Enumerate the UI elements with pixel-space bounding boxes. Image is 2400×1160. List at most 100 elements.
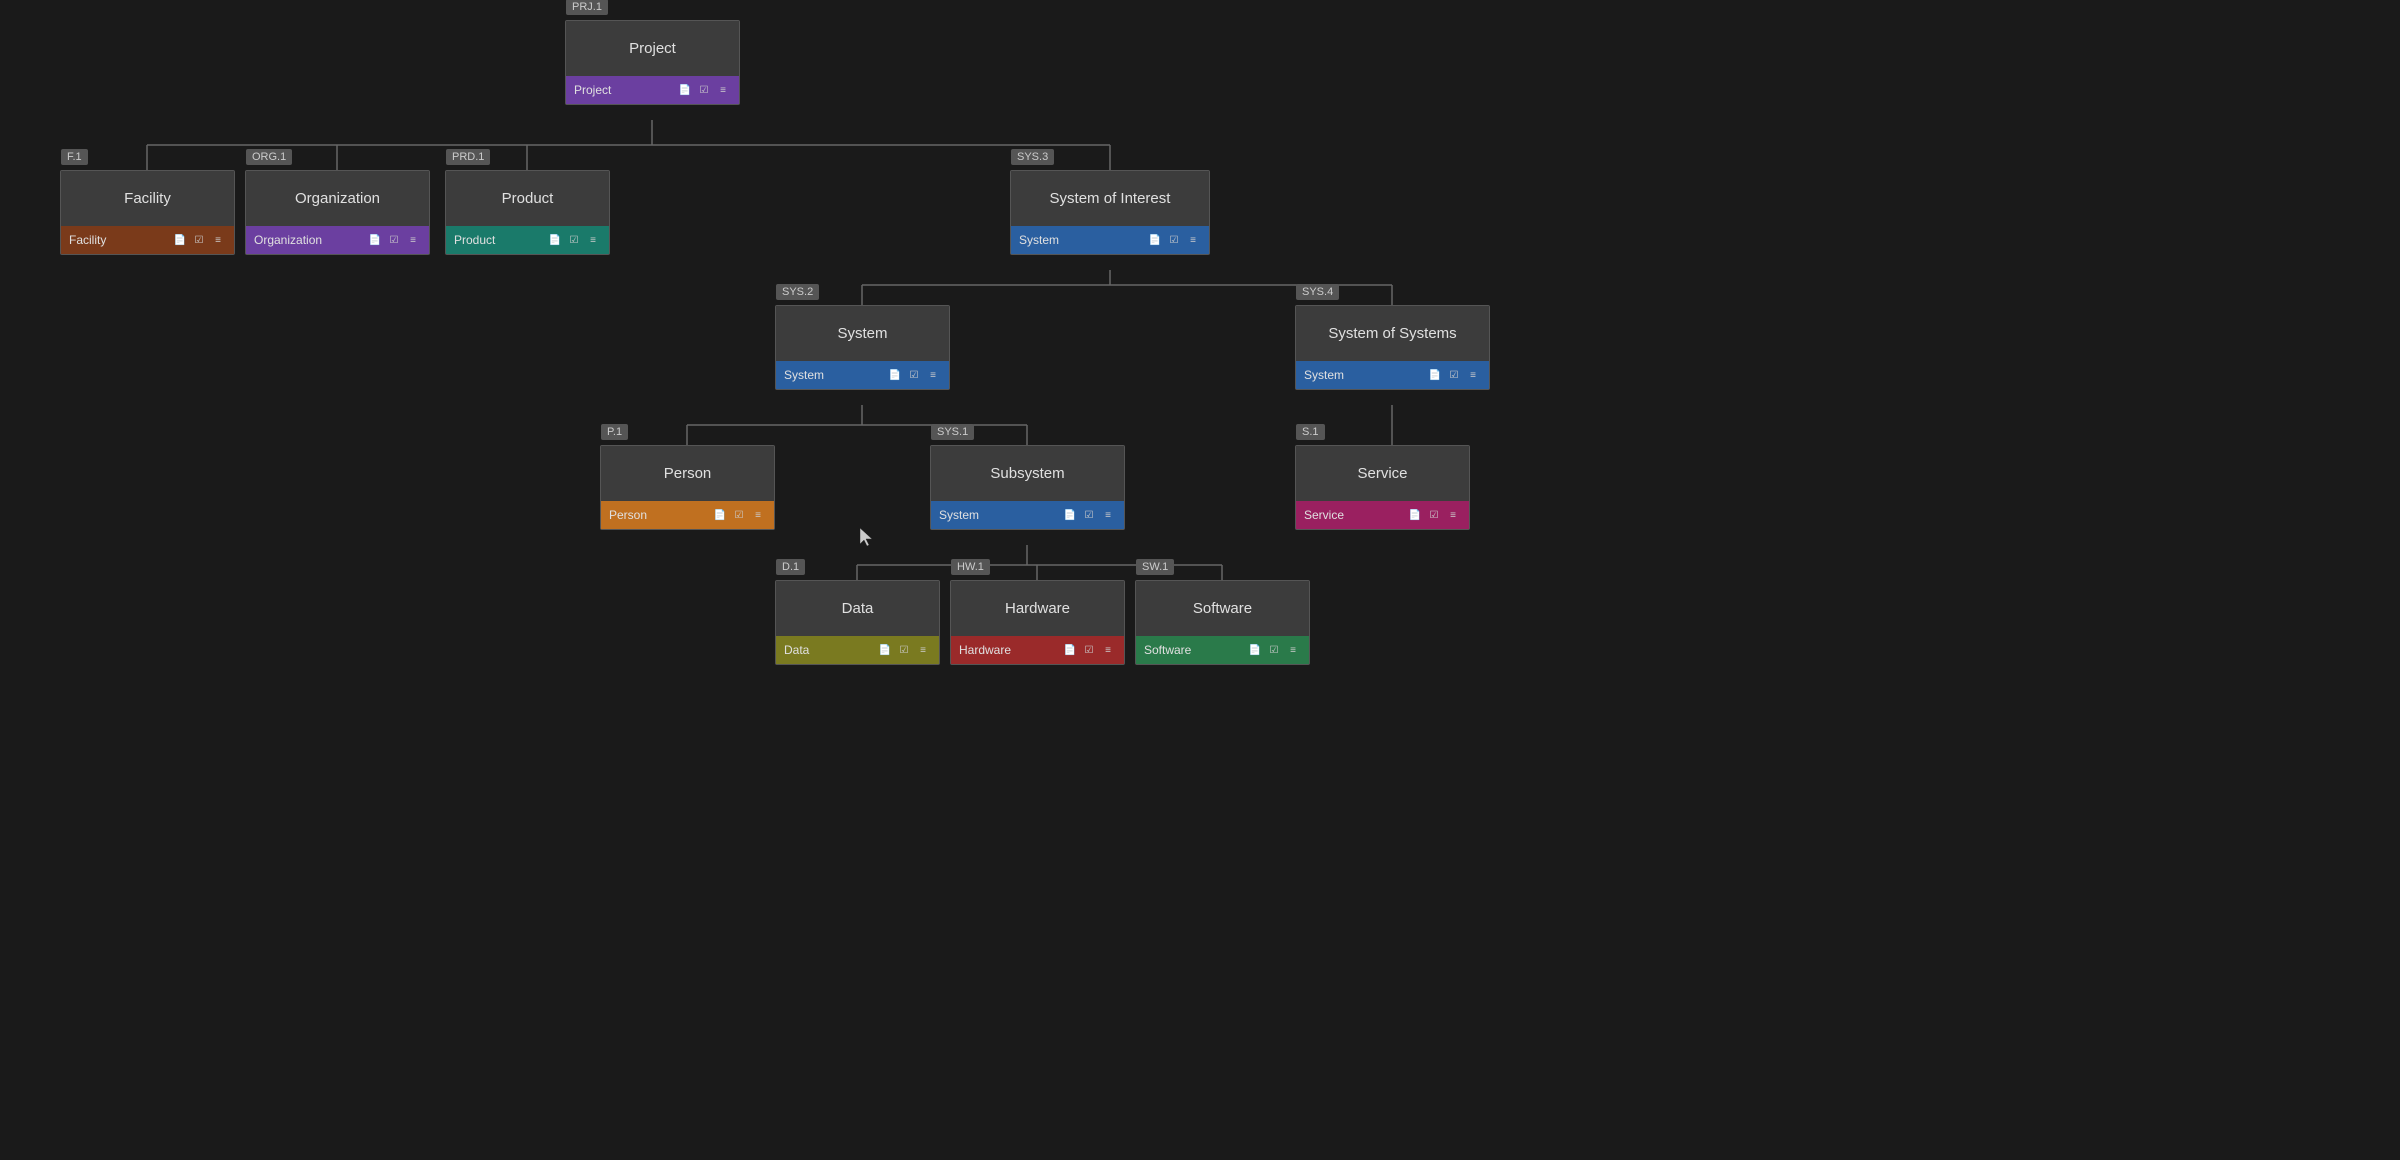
check-icon[interactable]: ☑: [1426, 507, 1442, 523]
node-project[interactable]: PRJ.1 Project Project 📄 ☑ ≡: [565, 20, 740, 105]
doc-icon[interactable]: 📄: [677, 82, 693, 98]
footer-label-service: Service: [1304, 508, 1344, 522]
node-hardware[interactable]: HW.1 Hardware Hardware 📄 ☑ ≡: [950, 580, 1125, 665]
node-data[interactable]: D.1 Data Data 📄 ☑ ≡: [775, 580, 940, 665]
node-id-organization: ORG.1: [246, 149, 292, 165]
node-footer-system-of-interest: System 📄 ☑ ≡: [1011, 226, 1209, 254]
footer-label-project: Project: [574, 83, 611, 97]
footer-label-system-of-systems: System: [1304, 368, 1344, 382]
node-id-system-of-interest: SYS.3: [1011, 149, 1054, 165]
check-icon[interactable]: ☑: [386, 232, 402, 248]
node-footer-hardware: Hardware 📄 ☑ ≡: [951, 636, 1124, 664]
check-icon[interactable]: ☑: [1446, 367, 1462, 383]
node-title-product: Product: [446, 171, 609, 226]
check-icon[interactable]: ☑: [1081, 507, 1097, 523]
node-id-system2: SYS.2: [776, 284, 819, 300]
node-footer-facility: Facility 📄 ☑ ≡: [61, 226, 234, 254]
node-organization[interactable]: ORG.1 Organization Organization 📄 ☑ ≡: [245, 170, 430, 255]
node-id-software: SW.1: [1136, 559, 1174, 575]
footer-icons-person: 📄 ☑ ≡: [712, 507, 766, 523]
node-footer-software: Software 📄 ☑ ≡: [1136, 636, 1309, 664]
list-icon[interactable]: ≡: [715, 82, 731, 98]
list-icon[interactable]: ≡: [405, 232, 421, 248]
node-system-of-interest[interactable]: SYS.3 System of Interest System 📄 ☑ ≡: [1010, 170, 1210, 255]
check-icon[interactable]: ☑: [1081, 642, 1097, 658]
footer-icons-subsystem: 📄 ☑ ≡: [1062, 507, 1116, 523]
node-title-system-of-interest: System of Interest: [1011, 171, 1209, 226]
doc-icon[interactable]: 📄: [1247, 642, 1263, 658]
node-footer-product: Product 📄 ☑ ≡: [446, 226, 609, 254]
node-id-service: S.1: [1296, 424, 1325, 440]
node-footer-person: Person 📄 ☑ ≡: [601, 501, 774, 529]
check-icon[interactable]: ☑: [896, 642, 912, 658]
node-id-subsystem: SYS.1: [931, 424, 974, 440]
doc-icon[interactable]: 📄: [1062, 507, 1078, 523]
node-title-person: Person: [601, 446, 774, 501]
node-footer-system-of-systems: System 📄 ☑ ≡: [1296, 361, 1489, 389]
node-product[interactable]: PRD.1 Product Product 📄 ☑ ≡: [445, 170, 610, 255]
tree-container: PRJ.1 Project Project 📄 ☑ ≡ F.1 Facility…: [0, 0, 2400, 1160]
list-icon[interactable]: ≡: [1465, 367, 1481, 383]
footer-label-facility: Facility: [69, 233, 106, 247]
check-icon[interactable]: ☑: [696, 82, 712, 98]
node-system-of-systems[interactable]: SYS.4 System of Systems System 📄 ☑ ≡: [1295, 305, 1490, 390]
node-subsystem[interactable]: SYS.1 Subsystem System 📄 ☑ ≡: [930, 445, 1125, 530]
node-footer-service: Service 📄 ☑ ≡: [1296, 501, 1469, 529]
node-facility[interactable]: F.1 Facility Facility 📄 ☑ ≡: [60, 170, 235, 255]
doc-icon[interactable]: 📄: [1407, 507, 1423, 523]
cursor: [860, 528, 872, 546]
footer-icons-project: 📄 ☑ ≡: [677, 82, 731, 98]
node-id-data: D.1: [776, 559, 805, 575]
doc-icon[interactable]: 📄: [877, 642, 893, 658]
list-icon[interactable]: ≡: [210, 232, 226, 248]
footer-label-system-of-interest: System: [1019, 233, 1059, 247]
footer-icons-software: 📄 ☑ ≡: [1247, 642, 1301, 658]
list-icon[interactable]: ≡: [1445, 507, 1461, 523]
list-icon[interactable]: ≡: [1185, 232, 1201, 248]
list-icon[interactable]: ≡: [925, 367, 941, 383]
check-icon[interactable]: ☑: [1266, 642, 1282, 658]
doc-icon[interactable]: 📄: [172, 232, 188, 248]
doc-icon[interactable]: 📄: [1427, 367, 1443, 383]
doc-icon[interactable]: 📄: [887, 367, 903, 383]
list-icon[interactable]: ≡: [585, 232, 601, 248]
node-title-organization: Organization: [246, 171, 429, 226]
check-icon[interactable]: ☑: [566, 232, 582, 248]
node-person[interactable]: P.1 Person Person 📄 ☑ ≡: [600, 445, 775, 530]
footer-label-person: Person: [609, 508, 647, 522]
node-id-hardware: HW.1: [951, 559, 990, 575]
footer-icons-product: 📄 ☑ ≡: [547, 232, 601, 248]
node-title-service: Service: [1296, 446, 1469, 501]
doc-icon[interactable]: 📄: [547, 232, 563, 248]
doc-icon[interactable]: 📄: [712, 507, 728, 523]
check-icon[interactable]: ☑: [731, 507, 747, 523]
doc-icon[interactable]: 📄: [1147, 232, 1163, 248]
node-footer-project: Project 📄 ☑ ≡: [566, 76, 739, 104]
node-title-facility: Facility: [61, 171, 234, 226]
check-icon[interactable]: ☑: [1166, 232, 1182, 248]
list-icon[interactable]: ≡: [750, 507, 766, 523]
doc-icon[interactable]: 📄: [367, 232, 383, 248]
footer-icons-data: 📄 ☑ ≡: [877, 642, 931, 658]
list-icon[interactable]: ≡: [915, 642, 931, 658]
node-software[interactable]: SW.1 Software Software 📄 ☑ ≡: [1135, 580, 1310, 665]
node-system2[interactable]: SYS.2 System System 📄 ☑ ≡: [775, 305, 950, 390]
footer-label-subsystem: System: [939, 508, 979, 522]
node-service[interactable]: S.1 Service Service 📄 ☑ ≡: [1295, 445, 1470, 530]
footer-label-software: Software: [1144, 643, 1191, 657]
check-icon[interactable]: ☑: [906, 367, 922, 383]
node-title-system-of-systems: System of Systems: [1296, 306, 1489, 361]
node-title-hardware: Hardware: [951, 581, 1124, 636]
list-icon[interactable]: ≡: [1100, 507, 1116, 523]
list-icon[interactable]: ≡: [1285, 642, 1301, 658]
footer-icons-system2: 📄 ☑ ≡: [887, 367, 941, 383]
node-title-system2: System: [776, 306, 949, 361]
check-icon[interactable]: ☑: [191, 232, 207, 248]
node-id-facility: F.1: [61, 149, 88, 165]
node-title-project: Project: [566, 21, 739, 76]
list-icon[interactable]: ≡: [1100, 642, 1116, 658]
node-title-data: Data: [776, 581, 939, 636]
footer-icons-service: 📄 ☑ ≡: [1407, 507, 1461, 523]
doc-icon[interactable]: 📄: [1062, 642, 1078, 658]
node-footer-data: Data 📄 ☑ ≡: [776, 636, 939, 664]
